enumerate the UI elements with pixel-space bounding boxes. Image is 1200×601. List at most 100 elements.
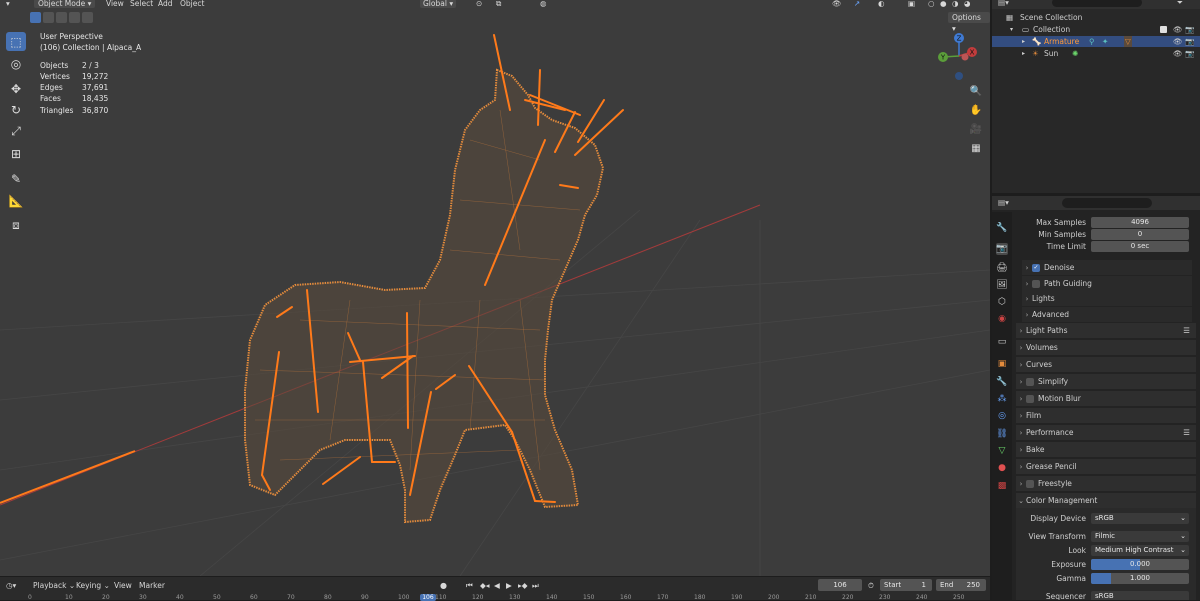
panel-performance[interactable]: › Performance ☰ (1016, 425, 1196, 440)
annotate-tool-icon[interactable]: ✎ (6, 169, 26, 188)
editor-type-icon[interactable]: ▾ (6, 0, 20, 8)
object-tab-icon[interactable]: ▣ (996, 358, 1008, 370)
subpanel-path-guiding[interactable]: › Path Guiding (1022, 276, 1192, 291)
min-samples-field[interactable]: 0 (1091, 229, 1189, 240)
collapse-chevron-icon[interactable]: ▾ (1010, 24, 1013, 35)
panel-light-paths[interactable]: › Light Paths ☰ (1016, 323, 1196, 338)
proportional-edit-icon[interactable]: ◍ (540, 0, 547, 8)
options-button[interactable]: Options ▾ (948, 12, 990, 33)
xray-toggle-icon[interactable]: ▣ (908, 0, 915, 8)
subpanel-lights[interactable]: › Lights (1022, 291, 1192, 306)
expand-chevron-icon[interactable]: ▸ (1022, 36, 1025, 47)
armature-eye-icon[interactable]: 👁 (1173, 36, 1183, 47)
data-tab-icon[interactable]: ▽ (996, 445, 1008, 457)
snap-icon[interactable]: ⧉ (496, 0, 501, 8)
sun-camera-icon[interactable]: 📷 (1185, 48, 1194, 59)
physics-tab-icon[interactable]: ◎ (996, 410, 1008, 422)
transform-tool-icon[interactable]: ⊞ (6, 144, 26, 163)
panel-volumes[interactable]: › Volumes (1016, 340, 1196, 355)
modifier-tab-icon[interactable]: 🔧 (996, 376, 1008, 388)
time-limit-field[interactable]: 0 sec (1091, 241, 1189, 252)
render-tab-icon[interactable]: 📷 (996, 243, 1008, 255)
gamma-slider[interactable]: 1.000 (1091, 573, 1189, 584)
denoise-checkbox[interactable]: ✓ (1032, 263, 1040, 272)
menu-add[interactable]: Add (158, 0, 173, 8)
measure-tool-icon[interactable]: 📐 (6, 191, 26, 210)
cursor-tool-icon[interactable]: ◎ (6, 54, 26, 73)
material-tab-icon[interactable]: ● (996, 462, 1008, 474)
navigation-gizmo[interactable]: Z Y X (935, 30, 985, 80)
path-guiding-checkbox[interactable] (1032, 279, 1040, 288)
outliner-row-armature[interactable]: ▸ 🦴 Armature ⚲ ✦ ▽ 👁 📷 (992, 36, 1200, 47)
viewport-scene[interactable] (0, 0, 990, 576)
panel-film[interactable]: › Film (1016, 408, 1196, 423)
select-new-icon[interactable] (30, 12, 41, 23)
view-layer-tab-icon[interactable]: 🖼 (996, 279, 1008, 291)
menu-select[interactable]: Select (130, 0, 153, 8)
freestyle-checkbox[interactable] (1026, 479, 1034, 488)
select-intersect-icon[interactable] (82, 12, 93, 23)
world-tab-icon[interactable]: ◉ (996, 313, 1008, 325)
shading-material-icon[interactable]: ◑ (952, 0, 959, 8)
display-device-dropdown[interactable]: sRGB ⌄ (1091, 513, 1189, 524)
presets-list-icon[interactable]: ☰ (1183, 428, 1190, 437)
zoom-icon[interactable]: 🔍 (966, 82, 986, 101)
3d-viewport[interactable]: ▾ Object Mode ▾ View Select Add Object G… (0, 0, 990, 576)
pivot-icon[interactable]: ⊙ (476, 0, 482, 8)
scene-tab-icon[interactable]: ⬡ (996, 296, 1008, 308)
scale-tool-icon[interactable]: ⤢ (6, 122, 26, 141)
subpanel-advanced[interactable]: › Advanced (1022, 307, 1192, 322)
outliner-filter-icon[interactable]: ⏷ (1177, 0, 1183, 8)
bone-long[interactable] (0, 450, 136, 504)
panel-color-management[interactable]: ⌄ Color Management (1016, 493, 1196, 508)
outliner-row-collection[interactable]: ▾ ▭ Collection 👁 📷 (992, 24, 1200, 35)
panel-grease-pencil[interactable]: › Grease Pencil (1016, 459, 1196, 474)
select-subtract-icon[interactable] (56, 12, 67, 23)
motion-blur-checkbox[interactable] (1026, 394, 1034, 403)
select-invert-icon[interactable] (69, 12, 80, 23)
mode-selector[interactable]: Object Mode ▾ (34, 0, 96, 8)
collection-camera-icon[interactable]: 📷 (1185, 24, 1194, 35)
outliner-editor-icon[interactable]: ▤▾ (998, 0, 1009, 7)
output-tab-icon[interactable]: 🖨 (996, 262, 1008, 274)
camera-view-icon[interactable]: 🎥 (966, 120, 986, 139)
texture-tab-icon[interactable]: ▩ (996, 480, 1008, 492)
tool-tab-icon[interactable]: 🔧 (996, 222, 1008, 234)
shading-wire-icon[interactable]: ○ (928, 0, 935, 8)
select-box-tool-icon[interactable]: ⬚ (6, 32, 26, 51)
outliner-search-field[interactable] (1052, 0, 1142, 7)
panel-freestyle[interactable]: › Freestyle (1016, 476, 1196, 491)
particles-tab-icon[interactable]: ⁂ (996, 393, 1008, 405)
visibility-icon[interactable]: 👁 (832, 0, 842, 8)
add-cube-tool-icon[interactable]: ⧈ (6, 216, 26, 235)
panel-motion-blur[interactable]: › Motion Blur (1016, 391, 1196, 406)
simplify-checkbox[interactable] (1026, 377, 1034, 386)
shading-solid-icon[interactable]: ● (940, 0, 947, 8)
exposure-slider[interactable]: 0.000 (1091, 559, 1189, 570)
subpanel-denoise[interactable]: › ✓ Denoise (1022, 260, 1192, 275)
panel-curves[interactable]: › Curves (1016, 357, 1196, 372)
shading-render-icon[interactable]: ◕ (964, 0, 971, 8)
properties-search-field[interactable] (1062, 198, 1152, 208)
panel-simplify[interactable]: › Simplify (1016, 374, 1196, 389)
menu-view[interactable]: View (106, 0, 124, 8)
sequencer-dropdown[interactable]: sRGB (1091, 591, 1189, 600)
overlay-toggle-icon[interactable]: ◐ (878, 0, 885, 8)
menu-object[interactable]: Object (180, 0, 204, 8)
outliner-row-sun[interactable]: ▸ ☀ Sun ✺ 👁 📷 (992, 48, 1200, 59)
expand-chevron-icon[interactable]: ▸ (1022, 48, 1025, 59)
sun-eye-icon[interactable]: 👁 (1173, 48, 1183, 59)
rotate-tool-icon[interactable]: ↻ (6, 100, 26, 119)
select-extend-icon[interactable] (43, 12, 54, 23)
outliner-row-scene[interactable]: ▦ Scene Collection (992, 12, 1200, 23)
collection-checkbox-icon[interactable] (1160, 26, 1167, 33)
pan-hand-icon[interactable]: ✋ (966, 101, 986, 120)
move-tool-icon[interactable]: ✥ (6, 79, 26, 98)
view-transform-dropdown[interactable]: Filmic ⌄ (1091, 531, 1189, 542)
properties-editor-icon[interactable]: ▤▾ (998, 198, 1009, 207)
transform-orientation[interactable]: Global ▾ (420, 0, 457, 8)
max-samples-field[interactable]: 4096 (1091, 217, 1189, 228)
collection-tab-icon[interactable]: ▭ (996, 336, 1008, 348)
presets-list-icon[interactable]: ☰ (1183, 326, 1190, 335)
frame-ruler[interactable]: 0 10 20 30 40 50 60 70 80 90 100 106 110 120 130 140 150… (0, 577, 990, 601)
